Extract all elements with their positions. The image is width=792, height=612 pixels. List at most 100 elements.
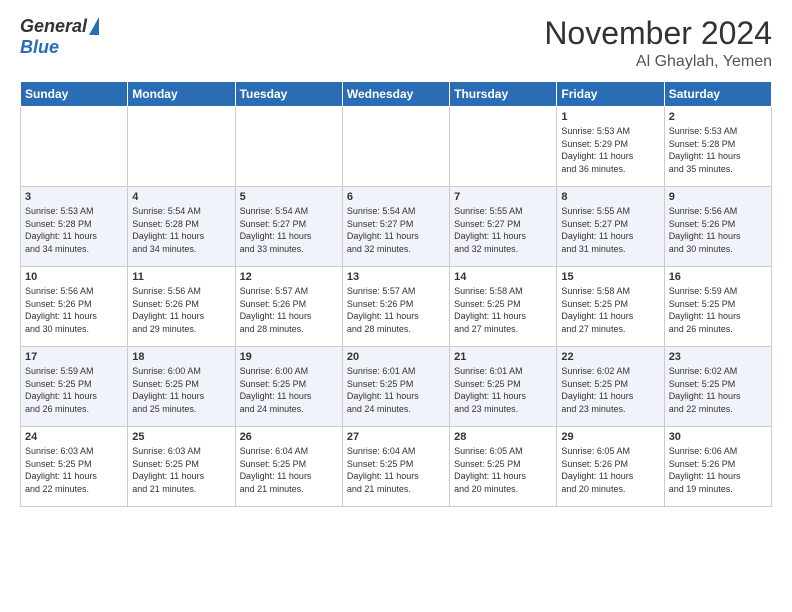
day-info: Sunrise: 5:53 AM Sunset: 5:28 PM Dayligh… [669, 125, 767, 175]
day-number: 8 [561, 191, 659, 203]
day-info: Sunrise: 6:03 AM Sunset: 5:25 PM Dayligh… [25, 445, 123, 495]
day-info: Sunrise: 6:04 AM Sunset: 5:25 PM Dayligh… [240, 445, 338, 495]
day-info: Sunrise: 5:56 AM Sunset: 5:26 PM Dayligh… [132, 285, 230, 335]
day-info: Sunrise: 5:53 AM Sunset: 5:28 PM Dayligh… [25, 205, 123, 255]
calendar-cell: 18 Sunrise: 6:00 AM Sunset: 5:25 PM Dayli… [128, 347, 235, 427]
calendar-cell: 22 Sunrise: 6:02 AM Sunset: 5:25 PM Dayli… [557, 347, 664, 427]
day-info: Sunrise: 6:02 AM Sunset: 5:25 PM Dayligh… [669, 365, 767, 415]
day-number: 19 [240, 351, 338, 363]
calendar-cell [450, 107, 557, 187]
day-info: Sunrise: 5:55 AM Sunset: 5:27 PM Dayligh… [454, 205, 552, 255]
calendar-cell: 13Sunrise: 5:57 AM Sunset: 5:26 PM Dayli… [342, 267, 449, 347]
calendar-cell: 8Sunrise: 5:55 AM Sunset: 5:27 PM Daylig… [557, 187, 664, 267]
title-block: November 2024 Al Ghaylah, Yemen [544, 16, 772, 71]
calendar-cell: 4 Sunrise: 5:54 AM Sunset: 5:28 PM Daylig… [128, 187, 235, 267]
day-info: Sunrise: 5:59 AM Sunset: 5:25 PM Dayligh… [669, 285, 767, 335]
calendar-week-row: 1 Sunrise: 5:53 AM Sunset: 5:29 PM Daylig… [21, 107, 772, 187]
day-number: 6 [347, 191, 445, 203]
calendar-table: SundayMondayTuesdayWednesdayThursdayFrid… [20, 81, 772, 507]
day-number: 15 [561, 271, 659, 283]
day-number: 22 [561, 351, 659, 363]
calendar-cell: 14Sunrise: 5:58 AM Sunset: 5:25 PM Dayli… [450, 267, 557, 347]
day-number: 28 [454, 431, 552, 443]
logo: General Blue [20, 16, 99, 58]
day-info: Sunrise: 6:01 AM Sunset: 5:25 PM Dayligh… [454, 365, 552, 415]
calendar-cell: 3 Sunrise: 5:53 AM Sunset: 5:28 PM Daylig… [21, 187, 128, 267]
logo-triangle-icon [89, 17, 99, 35]
month-title: November 2024 [544, 16, 772, 51]
calendar-cell: 20 Sunrise: 6:01 AM Sunset: 5:25 PM Dayli… [342, 347, 449, 427]
weekday-header-monday: Monday [128, 82, 235, 107]
calendar-cell: 2Sunrise: 5:53 AM Sunset: 5:28 PM Daylig… [664, 107, 771, 187]
day-number: 3 [25, 191, 123, 203]
day-number: 13 [347, 271, 445, 283]
calendar-week-row: 3 Sunrise: 5:53 AM Sunset: 5:28 PM Daylig… [21, 187, 772, 267]
calendar-cell: 26 Sunrise: 6:04 AM Sunset: 5:25 PM Dayli… [235, 427, 342, 507]
day-number: 29 [561, 431, 659, 443]
calendar-cell: 12 Sunrise: 5:57 AM Sunset: 5:26 PM Dayli… [235, 267, 342, 347]
day-number: 11 [132, 271, 230, 283]
day-number: 5 [240, 191, 338, 203]
day-number: 17 [25, 351, 123, 363]
day-number: 18 [132, 351, 230, 363]
day-number: 7 [454, 191, 552, 203]
day-number: 16 [669, 271, 767, 283]
day-number: 14 [454, 271, 552, 283]
calendar-cell: 30 Sunrise: 6:06 AM Sunset: 5:26 PM Dayli… [664, 427, 771, 507]
day-number: 30 [669, 431, 767, 443]
day-info: Sunrise: 6:06 AM Sunset: 5:26 PM Dayligh… [669, 445, 767, 495]
day-info: Sunrise: 5:54 AM Sunset: 5:27 PM Dayligh… [347, 205, 445, 255]
day-info: Sunrise: 6:04 AM Sunset: 5:25 PM Dayligh… [347, 445, 445, 495]
day-info: Sunrise: 5:57 AM Sunset: 5:26 PM Dayligh… [240, 285, 338, 335]
logo-general-text: General [20, 16, 87, 37]
day-info: Sunrise: 6:01 AM Sunset: 5:25 PM Dayligh… [347, 365, 445, 415]
day-number: 4 [132, 191, 230, 203]
calendar-cell: 9 Sunrise: 5:56 AM Sunset: 5:26 PM Daylig… [664, 187, 771, 267]
day-number: 9 [669, 191, 767, 203]
day-info: Sunrise: 5:54 AM Sunset: 5:28 PM Dayligh… [132, 205, 230, 255]
calendar-cell: 7 Sunrise: 5:55 AM Sunset: 5:27 PM Daylig… [450, 187, 557, 267]
day-number: 27 [347, 431, 445, 443]
day-info: Sunrise: 5:56 AM Sunset: 5:26 PM Dayligh… [25, 285, 123, 335]
day-number: 20 [347, 351, 445, 363]
day-number: 25 [132, 431, 230, 443]
day-number: 1 [561, 111, 659, 123]
logo-blue-text: Blue [20, 37, 59, 58]
day-info: Sunrise: 6:00 AM Sunset: 5:25 PM Dayligh… [132, 365, 230, 415]
day-info: Sunrise: 5:54 AM Sunset: 5:27 PM Dayligh… [240, 205, 338, 255]
calendar-cell: 6 Sunrise: 5:54 AM Sunset: 5:27 PM Daylig… [342, 187, 449, 267]
day-info: Sunrise: 5:53 AM Sunset: 5:29 PM Dayligh… [561, 125, 659, 175]
calendar-cell: 29 Sunrise: 6:05 AM Sunset: 5:26 PM Dayli… [557, 427, 664, 507]
weekday-header-thursday: Thursday [450, 82, 557, 107]
calendar-cell [235, 107, 342, 187]
day-info: Sunrise: 5:56 AM Sunset: 5:26 PM Dayligh… [669, 205, 767, 255]
calendar-cell: 19 Sunrise: 6:00 AM Sunset: 5:25 PM Dayli… [235, 347, 342, 427]
day-info: Sunrise: 6:05 AM Sunset: 5:25 PM Dayligh… [454, 445, 552, 495]
day-number: 26 [240, 431, 338, 443]
header: General Blue November 2024 Al Ghaylah, Y… [20, 16, 772, 71]
calendar-cell: 15Sunrise: 5:58 AM Sunset: 5:25 PM Dayli… [557, 267, 664, 347]
calendar-cell: 11 Sunrise: 5:56 AM Sunset: 5:26 PM Dayli… [128, 267, 235, 347]
weekday-header-tuesday: Tuesday [235, 82, 342, 107]
calendar-week-row: 24 Sunrise: 6:03 AM Sunset: 5:25 PM Dayli… [21, 427, 772, 507]
calendar-cell: 17 Sunrise: 5:59 AM Sunset: 5:25 PM Dayli… [21, 347, 128, 427]
day-number: 10 [25, 271, 123, 283]
day-info: Sunrise: 6:05 AM Sunset: 5:26 PM Dayligh… [561, 445, 659, 495]
weekday-header-friday: Friday [557, 82, 664, 107]
calendar-cell: 23 Sunrise: 6:02 AM Sunset: 5:25 PM Dayli… [664, 347, 771, 427]
calendar-cell: 27 Sunrise: 6:04 AM Sunset: 5:25 PM Dayli… [342, 427, 449, 507]
page: General Blue November 2024 Al Ghaylah, Y… [0, 0, 792, 523]
calendar-cell: 25Sunrise: 6:03 AM Sunset: 5:25 PM Dayli… [128, 427, 235, 507]
day-info: Sunrise: 5:59 AM Sunset: 5:25 PM Dayligh… [25, 365, 123, 415]
day-number: 12 [240, 271, 338, 283]
calendar-cell [128, 107, 235, 187]
location-title: Al Ghaylah, Yemen [544, 53, 772, 71]
calendar-week-row: 10 Sunrise: 5:56 AM Sunset: 5:26 PM Dayli… [21, 267, 772, 347]
day-info: Sunrise: 6:02 AM Sunset: 5:25 PM Dayligh… [561, 365, 659, 415]
calendar-cell [21, 107, 128, 187]
day-info: Sunrise: 6:00 AM Sunset: 5:25 PM Dayligh… [240, 365, 338, 415]
day-number: 24 [25, 431, 123, 443]
day-number: 23 [669, 351, 767, 363]
calendar-cell: 16 Sunrise: 5:59 AM Sunset: 5:25 PM Dayli… [664, 267, 771, 347]
weekday-header-row: SundayMondayTuesdayWednesdayThursdayFrid… [21, 82, 772, 107]
